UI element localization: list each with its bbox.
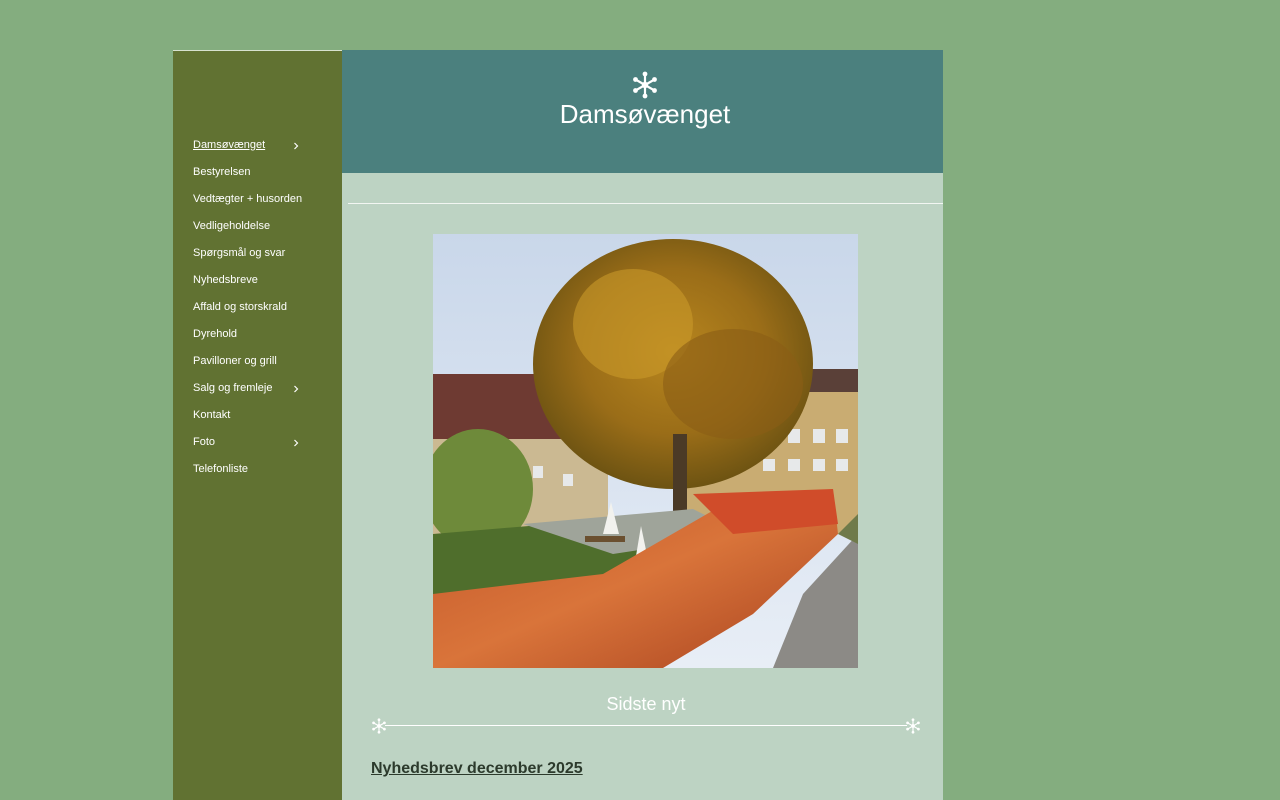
courtyard-photo xyxy=(433,234,858,668)
nav-item[interactable]: Pavilloner og grill xyxy=(173,348,342,375)
nav-item-label: Vedtægter + husorden xyxy=(193,193,303,205)
nav-item-label: Bestyrelsen xyxy=(193,166,251,178)
nav-item[interactable]: Salg og fremleje xyxy=(173,375,342,402)
ornament-line xyxy=(385,725,907,726)
nav-item[interactable]: Foto xyxy=(173,429,342,456)
nav-item[interactable]: Bestyrelsen xyxy=(173,159,342,186)
site-header: Damsøvænget xyxy=(342,50,943,173)
sidebar: Damsøvænget Bestyrelsen Vedtægter + husord… xyxy=(173,50,342,800)
nav-item-label: Salg og fremleje xyxy=(193,382,273,394)
nav-item-label: Damsøvænget xyxy=(193,139,266,151)
nav-item[interactable]: Telefonliste xyxy=(173,456,342,483)
site-title: Damsøvænget xyxy=(559,99,731,129)
nav-item[interactable]: Affald og storskrald xyxy=(173,294,342,321)
newsletter-link[interactable]: Nyhedsbrev december 2025 xyxy=(371,759,583,779)
nav-item[interactable]: Spørgsmål og svar xyxy=(173,240,342,267)
nav-item[interactable]: Kontakt xyxy=(173,402,342,429)
chevron-right-icon[interactable] xyxy=(291,132,301,159)
nav-item[interactable]: Damsøvænget xyxy=(173,132,342,159)
nav-item[interactable]: Vedligeholdelse xyxy=(173,213,342,240)
section-ornament xyxy=(371,718,921,734)
main-navigation: Damsøvænget Bestyrelsen Vedtægter + husord… xyxy=(173,132,342,483)
nav-item-label: Vedligeholdelse xyxy=(193,220,271,232)
snowflake-icon xyxy=(631,71,659,99)
chevron-right-icon[interactable] xyxy=(291,375,301,402)
nav-item-label: Foto xyxy=(193,436,216,448)
nav-item[interactable]: Nyhedsbreve xyxy=(173,267,342,294)
nav-item-label: Spørgsmål og svar xyxy=(193,247,286,259)
page: Damsøvænget Bestyrelsen Vedtægter + husord… xyxy=(173,50,943,800)
nav-item-label: Telefonliste xyxy=(193,463,249,475)
nav-item-label: Kontakt xyxy=(193,409,231,421)
nav-item-label: Affald og storskrald xyxy=(193,301,287,313)
nav-item-label: Dyrehold xyxy=(193,328,238,340)
nav-item-label: Nyhedsbreve xyxy=(193,274,258,286)
section-title: Sidste nyt xyxy=(606,694,686,714)
nav-item-label: Pavilloner og grill xyxy=(193,355,277,367)
nav-item[interactable]: Vedtægter + husorden xyxy=(173,186,342,213)
snowflake-icon xyxy=(371,718,387,734)
chevron-right-icon[interactable] xyxy=(291,429,301,456)
nav-item[interactable]: Dyrehold xyxy=(173,321,342,348)
main-content: Damsøvænget Sidste nyt Nyhedsbrev decemb… xyxy=(342,50,943,800)
header-divider xyxy=(348,203,943,204)
snowflake-icon xyxy=(905,718,921,734)
